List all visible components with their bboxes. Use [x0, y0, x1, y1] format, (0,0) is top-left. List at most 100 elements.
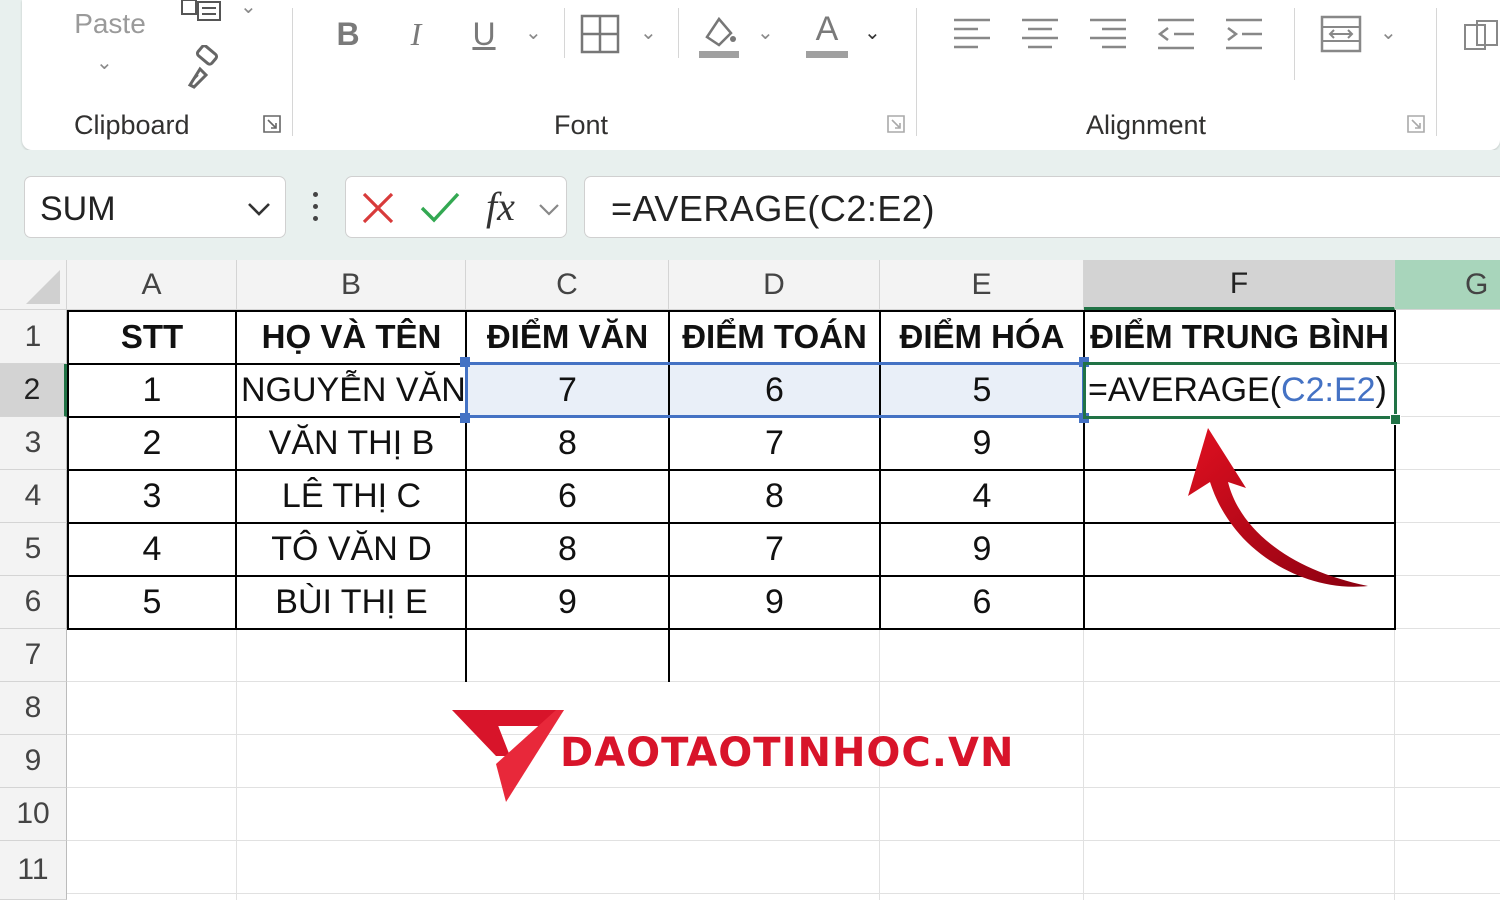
- underline-dropdown-icon[interactable]: ⌄: [525, 20, 542, 45]
- bold-button[interactable]: B: [326, 14, 370, 54]
- row-header-4[interactable]: 4: [0, 470, 67, 523]
- row-header-2[interactable]: 2: [0, 364, 67, 417]
- header-cell-diem-hoa[interactable]: ĐIỂM HÓA: [880, 310, 1084, 364]
- gridline: [67, 893, 1500, 894]
- table-cell[interactable]: 8: [466, 417, 669, 470]
- column-header-g[interactable]: G: [1395, 260, 1500, 310]
- table-cell[interactable]: 9: [880, 417, 1084, 470]
- table-cell[interactable]: 5: [67, 576, 237, 629]
- clipboard-dialog-launcher-icon[interactable]: [262, 114, 282, 134]
- select-all-corner[interactable]: [0, 260, 67, 310]
- paste-button[interactable]: Paste: [70, 4, 150, 44]
- row-header-10[interactable]: 10: [0, 788, 67, 841]
- borders-dropdown-icon[interactable]: ⌄: [640, 20, 657, 45]
- ribbon-separator: [678, 8, 679, 58]
- ribbon-separator: [1294, 8, 1295, 80]
- table-cell[interactable]: 6: [880, 576, 1084, 629]
- table-cell[interactable]: BÙI THỊ E: [237, 576, 466, 629]
- range-handle[interactable]: [460, 413, 470, 423]
- table-cell[interactable]: 8: [466, 523, 669, 576]
- enter-check-icon[interactable]: [418, 190, 462, 226]
- ribbon-separator: [292, 8, 293, 136]
- font-dialog-launcher-icon[interactable]: [886, 114, 906, 134]
- copy-dropdown-icon[interactable]: ⌄: [240, 0, 257, 19]
- gridline: [1395, 628, 1500, 629]
- ribbon-separator: [1436, 8, 1437, 136]
- row-header-8[interactable]: 8: [0, 682, 67, 735]
- row-header-9[interactable]: 9: [0, 735, 67, 788]
- table-cell[interactable]: 9: [669, 576, 880, 629]
- header-cell-diem-van[interactable]: ĐIỂM VĂN: [466, 310, 669, 364]
- formula-input[interactable]: =AVERAGE(C2:E2): [584, 176, 1500, 238]
- paste-label: Paste: [74, 8, 146, 39]
- table-cell[interactable]: LÊ THỊ C: [237, 470, 466, 523]
- name-box-dropdown-icon[interactable]: [247, 201, 271, 217]
- column-header-b[interactable]: B: [237, 260, 466, 310]
- fill-color-icon[interactable]: [696, 10, 742, 60]
- table-cell[interactable]: 7: [669, 523, 880, 576]
- table-cell[interactable]: 2: [67, 417, 237, 470]
- cancel-icon[interactable]: [360, 190, 396, 226]
- gridline: [1395, 469, 1500, 470]
- fx-dropdown-icon[interactable]: [538, 203, 560, 217]
- row-header-11[interactable]: 11: [0, 841, 67, 900]
- row-header-1[interactable]: 1: [0, 310, 67, 364]
- range-handle[interactable]: [460, 357, 470, 367]
- align-center-icon[interactable]: [1018, 14, 1062, 54]
- header-cell-stt[interactable]: STT: [67, 310, 237, 364]
- increase-indent-icon[interactable]: [1222, 14, 1266, 54]
- table-cell[interactable]: 4: [67, 523, 237, 576]
- font-color-dropdown-icon[interactable]: ⌄: [864, 20, 881, 45]
- format-painter-icon[interactable]: [172, 44, 232, 90]
- column-header-a[interactable]: A: [67, 260, 237, 310]
- gridline: [1395, 522, 1500, 523]
- decrease-indent-icon[interactable]: [1154, 14, 1198, 54]
- insert-function-button[interactable]: fx: [486, 183, 515, 230]
- header-cell-diem-trung-binh[interactable]: ĐIỂM TRUNG BÌNH: [1084, 310, 1395, 364]
- align-right-icon[interactable]: [1086, 14, 1130, 54]
- table-cell[interactable]: TÔ VĂN D: [237, 523, 466, 576]
- table-cell[interactable]: 6: [466, 470, 669, 523]
- table-border: [67, 310, 69, 630]
- column-header-f[interactable]: F: [1084, 260, 1395, 310]
- borders-icon[interactable]: [578, 12, 622, 56]
- align-left-icon[interactable]: [950, 14, 994, 54]
- formula-text: =AVERAGE(C2:E2): [611, 188, 935, 229]
- formula-bar-more-icon[interactable]: [312, 192, 320, 222]
- font-color-button[interactable]: A: [804, 8, 850, 60]
- header-cell-diem-toan[interactable]: ĐIỂM TOÁN: [669, 310, 880, 364]
- table-cell[interactable]: VĂN THỊ B: [237, 417, 466, 470]
- row-header-3[interactable]: 3: [0, 417, 67, 470]
- fill-handle[interactable]: [1390, 414, 1401, 425]
- number-format-icon[interactable]: [1462, 18, 1500, 54]
- row-header-6[interactable]: 6: [0, 576, 67, 629]
- name-box-value: SUM: [40, 190, 116, 228]
- fill-color-dropdown-icon[interactable]: ⌄: [757, 20, 774, 45]
- merge-dropdown-icon[interactable]: ⌄: [1380, 20, 1397, 45]
- paste-dropdown-icon[interactable]: ⌄: [96, 50, 113, 75]
- table-cell[interactable]: 9: [466, 576, 669, 629]
- clipboard-group-label: Clipboard: [74, 110, 190, 140]
- table-cell[interactable]: NGUYỄN VĂN: [237, 364, 466, 417]
- gridline: [1395, 575, 1500, 576]
- alignment-dialog-launcher-icon[interactable]: [1406, 114, 1426, 134]
- column-header-d[interactable]: D: [669, 260, 880, 310]
- table-cell[interactable]: 9: [880, 523, 1084, 576]
- italic-button[interactable]: I: [394, 14, 438, 54]
- row-header-7[interactable]: 7: [0, 629, 67, 682]
- referenced-range-border: [465, 362, 1085, 418]
- underline-button[interactable]: U: [462, 14, 506, 54]
- table-cell[interactable]: 1: [67, 364, 237, 417]
- column-header-e[interactable]: E: [880, 260, 1084, 310]
- column-header-c[interactable]: C: [466, 260, 669, 310]
- bold-label: B: [336, 15, 360, 52]
- merge-center-icon[interactable]: [1318, 14, 1364, 54]
- copy-icon[interactable]: [177, 0, 227, 22]
- table-cell[interactable]: 3: [67, 470, 237, 523]
- row-header-5[interactable]: 5: [0, 523, 67, 576]
- header-cell-ho-va-ten[interactable]: HỌ VÀ TÊN: [237, 310, 466, 364]
- table-cell[interactable]: 4: [880, 470, 1084, 523]
- name-box[interactable]: SUM: [24, 176, 286, 238]
- table-cell[interactable]: 8: [669, 470, 880, 523]
- table-cell[interactable]: 7: [669, 417, 880, 470]
